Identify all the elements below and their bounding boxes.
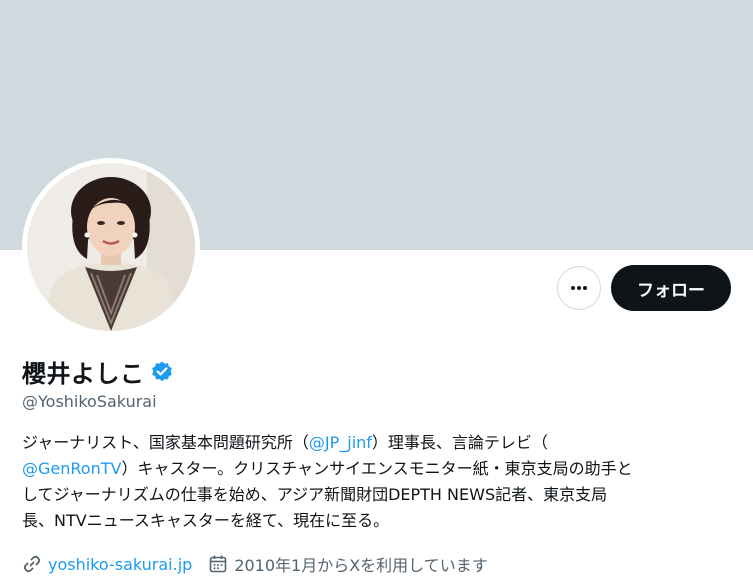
bio: ジャーナリスト、国家基本問題研究所（@JP_jinf）理事長、言論テレビ（ @G… <box>22 430 722 534</box>
profile-meta: yoshiko-sakurai.jp 2010年1月からXを利用しています <box>22 552 504 576</box>
calendar-icon <box>210 555 227 573</box>
mention-link-genrontv[interactable]: @GenRonTV <box>22 459 121 478</box>
mention-link-jp-jinf[interactable]: @JP_jinf <box>309 433 372 452</box>
follow-button-label: フォロー <box>637 280 705 301</box>
more-options-icon <box>571 286 587 290</box>
display-name: 櫻井よしこ <box>22 360 145 388</box>
verified-badge-icon[interactable] <box>150 360 174 384</box>
avatar[interactable] <box>27 163 195 331</box>
bio-text: ジャーナリスト、国家基本問題研究所（ <box>22 433 309 452</box>
link-icon <box>23 555 41 573</box>
more-options-button[interactable] <box>557 266 601 310</box>
follow-button[interactable]: フォロー <box>611 265 731 311</box>
joined-date: 2010年1月からXを利用しています <box>234 556 488 575</box>
website-link[interactable]: yoshiko-sakurai.jp <box>48 555 192 574</box>
joined-date-item: 2010年1月からXを利用しています <box>208 552 488 576</box>
website-item[interactable]: yoshiko-sakurai.jp <box>22 554 192 574</box>
name-row: 櫻井よしこ <box>22 354 174 389</box>
handle: @YoshikoSakurai <box>22 392 157 411</box>
avatar-image <box>27 163 195 331</box>
avatar-frame <box>22 158 200 336</box>
bio-text: ）理事長、言論テレビ（ <box>371 433 548 452</box>
